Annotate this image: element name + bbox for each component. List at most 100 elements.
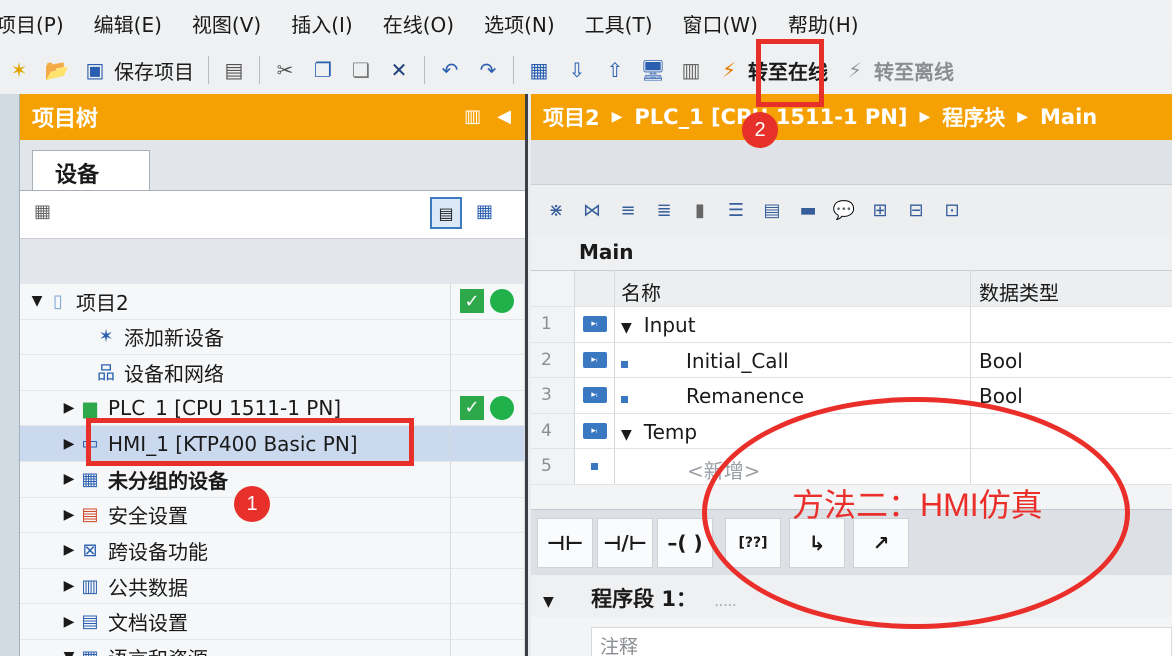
collapse-arrow-icon[interactable]: ▼ — [621, 320, 632, 336]
row-name-cell[interactable]: Initial_Call — [615, 342, 971, 377]
column-divider — [524, 390, 525, 426]
compile-icon[interactable]: ▦ — [526, 57, 552, 83]
breadcrumb-main[interactable]: Main — [1040, 105, 1097, 129]
tree-item-add-device[interactable]: ✶ 添加新设备 — [20, 319, 525, 356]
undo-icon[interactable]: ↶ — [437, 57, 463, 83]
absolute-operand-icon[interactable]: ⊞ — [867, 200, 893, 221]
delete-network-icon[interactable]: ⋈ — [579, 200, 605, 221]
status-icon[interactable]: ▮ — [687, 200, 713, 221]
expand-arrow-icon[interactable]: ▶ — [60, 400, 78, 416]
collapse-arrow-icon[interactable]: ▼ — [60, 649, 78, 656]
menu-online[interactable]: 在线(O) — [383, 9, 454, 38]
breadcrumb-program-blocks[interactable]: 程序块 — [942, 102, 1005, 132]
collapse-arrow-icon[interactable]: ▼ — [543, 594, 554, 610]
menu-options[interactable]: 选项(N) — [484, 9, 555, 38]
portal-view-icon[interactable]: ▦ — [476, 201, 493, 222]
expand-arrow-icon[interactable]: ▶ — [60, 436, 78, 452]
expand-arrow-icon[interactable]: ▶ — [60, 578, 78, 594]
tree-item-doc-settings[interactable]: ▶ ▤ 文档设置 — [20, 604, 525, 640]
menu-help[interactable]: 帮助(H) — [788, 9, 859, 38]
new-project-icon[interactable]: ✶ — [6, 57, 32, 83]
network-title-placeholder[interactable]: ..... — [714, 594, 736, 610]
tree-item-label: 未分组的设备 — [108, 468, 228, 493]
breadcrumb-separator-icon: ▶ — [1017, 109, 1028, 125]
save-project-button[interactable]: 保存项目 — [114, 56, 194, 85]
tree-item-label: 安全设置 — [108, 504, 188, 529]
go-offline-button[interactable]: 转至离线 — [874, 56, 954, 85]
detail-view-icon[interactable]: ▤ — [430, 197, 462, 229]
add-row-icon[interactable]: ≣ — [651, 200, 677, 221]
download-icon[interactable]: ⇩ — [564, 57, 590, 83]
comment-icon[interactable]: 💬 — [831, 200, 857, 221]
tree-item-security[interactable]: ▶ ▤ 安全设置 — [20, 497, 525, 534]
project-tree-title: 项目树 — [32, 107, 99, 132]
column-divider — [524, 426, 525, 461]
expand-arrow-icon[interactable]: ▶ — [60, 614, 78, 630]
tab-devices[interactable]: 设备 — [32, 150, 150, 192]
upload-icon[interactable]: ⇧ — [602, 57, 628, 83]
row-name-cell[interactable]: ▼ Input — [615, 307, 971, 342]
panel-layout-icon[interactable]: ▥ — [464, 106, 481, 127]
print-icon[interactable]: ▤ — [221, 57, 247, 83]
menu-project[interactable]: 项目(P) — [0, 9, 64, 38]
expand-arrow-icon[interactable]: ▶ — [60, 542, 78, 558]
redo-icon[interactable]: ↷ — [475, 57, 501, 83]
tree-view-icon[interactable]: ▦ — [34, 201, 51, 222]
tree-item-languages[interactable]: ▼ ▦ 语言和资源 — [20, 639, 525, 656]
contact-nc-icon[interactable]: ⊣/⊢ — [597, 518, 653, 568]
save-icon[interactable]: ▣ — [82, 57, 108, 83]
menu-insert[interactable]: 插入(I) — [291, 9, 353, 38]
collapse-arrow-icon[interactable]: ▼ — [621, 427, 632, 443]
contact-no-icon[interactable]: ⊣⊢ — [537, 518, 593, 568]
variable-bullet-icon — [591, 462, 598, 470]
document-icon: ▤ — [81, 611, 99, 633]
row-type[interactable]: Bool — [971, 343, 1172, 378]
column-divider — [524, 497, 525, 533]
comment-field[interactable]: 注释 — [591, 627, 1172, 656]
copy-icon[interactable]: ❐ — [310, 57, 336, 83]
row-number: 2 — [531, 342, 575, 377]
menu-window[interactable]: 窗口(W) — [683, 9, 758, 38]
insert-network-icon[interactable]: ⋇ — [543, 200, 569, 221]
delete-icon[interactable]: ✕ — [386, 57, 412, 83]
tree-item-devices-networks[interactable]: 品 设备和网络 — [20, 355, 525, 391]
table-row[interactable]: 1 ▸ᵢ ▼ Input — [531, 307, 1172, 343]
row-type[interactable] — [971, 307, 1172, 342]
tree-item-ungrouped[interactable]: ▶ ▦ 未分组的设备 — [20, 461, 525, 498]
column-divider — [524, 604, 525, 639]
tree-item-common-data[interactable]: ▶ ▥ 公共数据 — [20, 568, 525, 605]
input-variable-icon: ▸ᵢ — [582, 387, 607, 404]
menu-tools[interactable]: 工具(T) — [585, 9, 653, 38]
runtime-icon[interactable]: ▥ — [678, 57, 704, 83]
tree-item-label: 跨设备功能 — [108, 539, 208, 564]
expand-arrow-icon[interactable]: ▶ — [60, 471, 78, 487]
go-offline-icon[interactable]: ⚡ — [842, 57, 868, 83]
tree-spacer — [20, 238, 525, 284]
breadcrumb-project[interactable]: 项目2 — [543, 102, 600, 132]
open-all-icon[interactable]: ▤ — [759, 200, 785, 221]
tree-item-project[interactable]: ▼ ▯ 项目2 ✓ — [20, 284, 525, 320]
close-all-icon[interactable]: ▬ — [795, 200, 821, 221]
cut-icon[interactable]: ✂ — [272, 57, 298, 83]
collapse-panel-icon[interactable]: ◀ — [497, 106, 511, 127]
menu-edit[interactable]: 编辑(E) — [94, 9, 162, 38]
expand-arrow-icon[interactable]: ▶ — [60, 507, 78, 523]
paste-icon[interactable]: ❏ — [348, 57, 374, 83]
table-row[interactable]: 2 ▸ᵢ Initial_Call Bool — [531, 342, 1172, 378]
indent-icon[interactable]: ☰ — [723, 200, 749, 221]
monitor-icon[interactable]: ⊡ — [939, 200, 965, 221]
menu-view[interactable]: 视图(V) — [192, 9, 261, 38]
collapse-arrow-icon[interactable]: ▼ — [28, 293, 46, 309]
column-divider — [524, 461, 525, 497]
go-online-icon[interactable]: ⚡ — [716, 57, 742, 83]
open-project-icon[interactable]: 📂 — [44, 57, 70, 83]
variable-bullet-icon — [621, 396, 628, 403]
toolbar-divider — [208, 56, 209, 84]
favorites-icon[interactable]: ⊟ — [903, 200, 929, 221]
annotation-box-hmi — [86, 418, 414, 466]
column-divider — [450, 319, 451, 355]
column-divider — [450, 604, 451, 639]
start-simulation-icon[interactable]: 🖥 — [640, 57, 666, 83]
insert-row-icon[interactable]: ≡ — [615, 200, 641, 221]
tree-item-cross-device[interactable]: ▶ ⊠ 跨设备功能 — [20, 533, 525, 569]
